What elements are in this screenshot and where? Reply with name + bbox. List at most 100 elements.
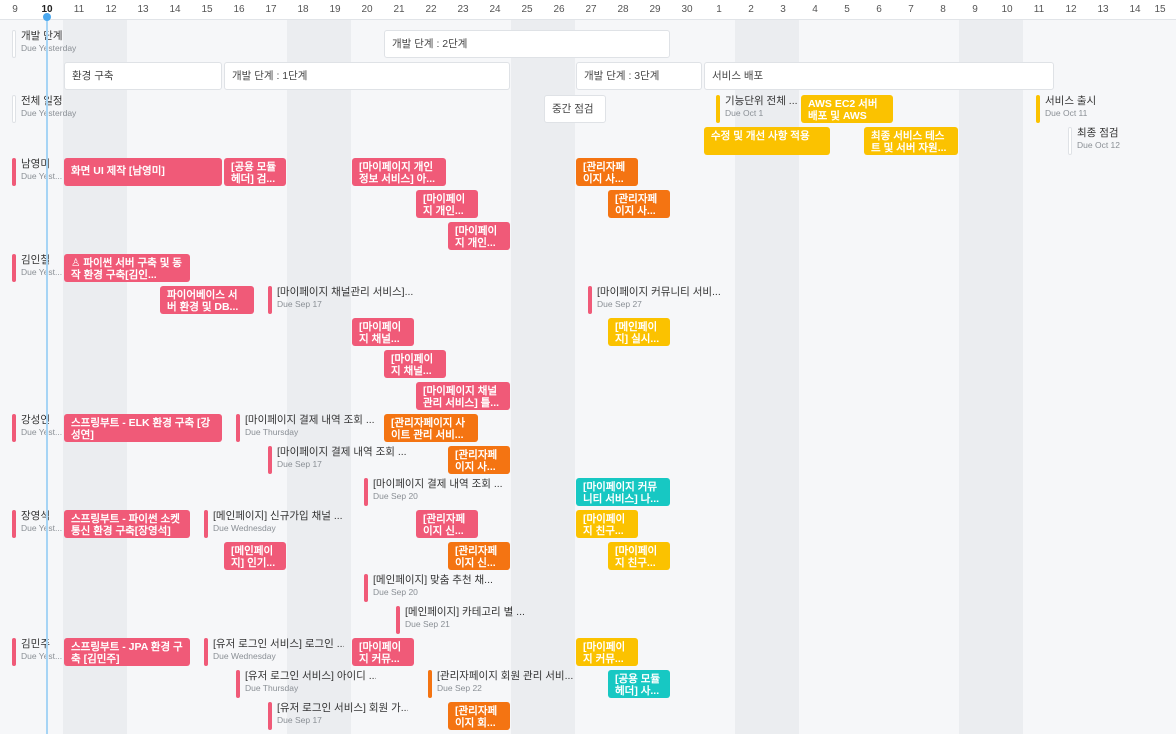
bar-label: [관리자페이지 신... xyxy=(423,513,466,537)
milestone-title: [유저 로그인 서비스] 회원 가... xyxy=(277,702,408,714)
milestone-user-id[interactable]: [유저 로그인 서비스] 아이디 ... Due Thursday xyxy=(236,670,376,698)
bar-phase1[interactable]: 개발 단계 : 1단계 xyxy=(224,62,510,90)
bar-service-deploy[interactable]: 서비스 배포 xyxy=(704,62,1054,90)
bar-label: 중간 점검 xyxy=(552,103,594,115)
bar-aws-ec2[interactable]: AWS EC2 서버 배포 및 AWS RDS... xyxy=(801,95,893,123)
bar-channel-1[interactable]: [마이페이지 채널... xyxy=(352,318,414,346)
milestone-due: Due Sep 20 xyxy=(373,587,418,597)
bar-friends-1[interactable]: [마이페이지 친구... xyxy=(576,510,638,538)
milestone-user-member[interactable]: [유저 로그인 서비스] 회원 가... Due Sep 17 xyxy=(268,702,408,730)
bar-community-1[interactable]: [마이페이지 커뮤... xyxy=(352,638,414,666)
date-label: 23 xyxy=(457,4,469,15)
milestone-full-schedule[interactable]: 전체 일정 Due Yesterday xyxy=(12,95,76,123)
bar-community-2[interactable]: [마이페이지 커뮤... xyxy=(576,638,638,666)
bar-admin-3[interactable]: [관리자페이지 사... xyxy=(448,446,510,474)
milestone-title: [메인페이지] 신규가입 채널 ... xyxy=(213,510,343,522)
milestone-dev-stage[interactable]: 개발 단계 Due Yesterday xyxy=(12,30,76,58)
bar-python-server[interactable]: ♙ 파이썬 서버 구축 및 동작 환경 구축[김인... xyxy=(64,254,190,282)
bar-mypage-privacy[interactable]: [마이페이지 개인정보 서비스] 아... xyxy=(352,158,446,186)
milestone-title: [마이페이지 채널관리 서비스]... xyxy=(277,286,414,298)
milestone-jang[interactable]: 장영석 Due Yest... xyxy=(12,510,62,538)
milestone-due: Due Oct 11 xyxy=(1045,108,1088,118)
milestone-signup-channel[interactable]: [메인페이지] 신규가입 채널 ... Due Wednesday xyxy=(204,510,344,538)
milestone-due: Due Sep 22 xyxy=(437,683,482,693)
bar-community-teal[interactable]: [마이페이지 커뮤니티 서비스] 나... xyxy=(576,478,670,506)
bar-channel-2[interactable]: [마이페이지 채널... xyxy=(384,350,446,378)
bar-mypage-personal-2[interactable]: [마이페이지 개인... xyxy=(448,222,510,250)
milestone-stripe xyxy=(268,286,272,314)
bar-label: [메인페이지] 인기... xyxy=(231,545,276,569)
bar-final-test[interactable]: 최종 서비스 테스트 및 서버 자원... xyxy=(864,127,958,155)
milestone-channel[interactable]: [마이페이지 채널관리 서비스]... Due Sep 17 xyxy=(268,286,418,314)
bar-label: 스프링부트 - 파이썬 소켓 통신 환경 구축[장영석] xyxy=(71,513,180,537)
milestone-user-login[interactable]: [유저 로그인 서비스] 로그인 ... Due Wednesday xyxy=(204,638,344,666)
milestone-community[interactable]: [마이페이지 커뮤니티 서비... Due Sep 27 xyxy=(588,286,728,314)
milestone-stripe xyxy=(12,30,16,58)
milestone-title: 강성연 xyxy=(21,414,50,426)
bar-common-header-2[interactable]: [공용 모듈 헤더] 사... xyxy=(608,670,670,698)
bar-phase3[interactable]: 개발 단계 : 3단계 xyxy=(576,62,702,90)
bar-fixes[interactable]: 수정 및 개선 사항 적용 xyxy=(704,127,830,155)
milestone-admin-member[interactable]: [관리자페이지 회원 관리 서비... Due Sep 22 xyxy=(428,670,573,698)
milestone-stripe xyxy=(12,414,16,442)
date-header: 9 10 11 12 13 14 15 16 17 18 19 20 21 22… xyxy=(0,0,1176,20)
milestone-feature-all[interactable]: 기능단위 전체 ... Due Oct 1 xyxy=(716,95,798,123)
bar-channel-3[interactable]: [마이페이지 채널 관리 서비스] 틀... xyxy=(416,382,510,410)
weekend-shade xyxy=(959,20,1023,734)
bar-admin-1[interactable]: [관리자페이지 사... xyxy=(576,158,638,186)
milestone-stripe xyxy=(588,286,592,314)
bar-label: 화면 UI 제작 [남영미] xyxy=(71,165,165,177)
bar-realtime[interactable]: [메인페이지] 실시... xyxy=(608,318,670,346)
bar-admin-5[interactable]: [관리자페이지 신... xyxy=(448,542,510,570)
date-label: 22 xyxy=(425,4,437,15)
milestone-stripe xyxy=(716,95,720,123)
bar-env-setup[interactable]: 환경 구축 xyxy=(64,62,222,90)
bar-spring-socket[interactable]: 스프링부트 - 파이썬 소켓 통신 환경 구축[장영석] xyxy=(64,510,190,538)
milestone-final-check[interactable]: 최종 점검 Due Oct 12 xyxy=(1068,127,1138,155)
milestone-title: 김민주 xyxy=(21,638,50,650)
milestone-stripe xyxy=(268,702,272,730)
bar-admin-4[interactable]: [관리자페이지 신... xyxy=(416,510,478,538)
milestone-kimminju[interactable]: 김민주 Due Yest... xyxy=(12,638,62,666)
timeline-view[interactable]: 9 10 11 12 13 14 15 16 17 18 19 20 21 22… xyxy=(0,0,1176,734)
milestone-nam[interactable]: 남영미 Due Yest... xyxy=(12,158,62,186)
milestone-title: [유저 로그인 서비스] 아이디 ... xyxy=(245,670,376,682)
bar-label: [메인페이지] 실시... xyxy=(615,321,660,345)
bar-friends-2[interactable]: [마이페이지 친구... xyxy=(608,542,670,570)
bar-label: [공용 모듈 헤더] 사... xyxy=(615,673,661,697)
bar-label: [관리자페이지 신... xyxy=(455,545,498,569)
milestone-recommend[interactable]: [메인페이지] 맞춤 추천 채... Due Sep 20 xyxy=(364,574,504,602)
bar-common-header[interactable]: [공용 모듈 헤더] 검... xyxy=(224,158,286,186)
bar-spring-jpa[interactable]: 스프링부트 - JPA 환경 구축 [김민주] xyxy=(64,638,190,666)
bar-firebase[interactable]: 파이어베이스 서버 환경 및 DB... xyxy=(160,286,254,314)
bar-label: [마이페이지 친구... xyxy=(583,513,626,537)
milestone-payment-3[interactable]: [마이페이지 결제 내역 조회 ... Due Sep 20 xyxy=(364,478,504,506)
bar-label: [마이페이지 채널... xyxy=(359,321,402,345)
bar-label: 환경 구축 xyxy=(72,70,114,82)
bar-phase2[interactable]: 개발 단계 : 2단계 xyxy=(384,30,670,58)
milestone-payment-1[interactable]: [마이페이지 결제 내역 조회 ... Due Thursday xyxy=(236,414,376,442)
milestone-title: 최종 점검 xyxy=(1077,127,1119,139)
bar-spring-elk[interactable]: 스프링부트 - ELK 환경 구축 [강성연] xyxy=(64,414,222,442)
milestone-due: Due Wednesday xyxy=(213,523,276,533)
milestone-service-launch[interactable]: 서비스 출시 Due Oct 11 xyxy=(1036,95,1106,123)
milestone-category[interactable]: [메인페이지] 카테고리 별 ... Due Sep 21 xyxy=(396,606,536,634)
milestone-payment-2[interactable]: [마이페이지 결제 내역 조회 ... Due Sep 17 xyxy=(268,446,408,474)
bar-main-popular[interactable]: [메인페이지] 인기... xyxy=(224,542,286,570)
milestone-kang[interactable]: 강성연 Due Yest... xyxy=(12,414,62,442)
date-label: 9 xyxy=(972,4,978,15)
milestone-stripe xyxy=(428,670,432,698)
bar-label: [관리자페이지 회... xyxy=(455,705,498,729)
milestone-kiminchul[interactable]: 김인철 Due Yest... xyxy=(12,254,62,282)
bar-admin-6[interactable]: [관리자페이지 회... xyxy=(448,702,510,730)
milestone-title: 김인철 xyxy=(21,254,50,266)
milestone-due: Due Yest... xyxy=(21,171,63,181)
bar-admin-site[interactable]: [관리자페이지 사이트 관리 서비... xyxy=(384,414,478,442)
bar-midpoint[interactable]: 중간 점검 xyxy=(544,95,606,123)
bar-admin-2[interactable]: [관리자페이지 사... xyxy=(608,190,670,218)
milestone-title: [유저 로그인 서비스] 로그인 ... xyxy=(213,638,344,650)
bar-mypage-personal-1[interactable]: [마이페이지 개인... xyxy=(416,190,478,218)
milestone-due: Due Oct 12 xyxy=(1077,140,1120,150)
bar-ui-design[interactable]: 화면 UI 제작 [남영미] xyxy=(64,158,222,186)
date-label: 5 xyxy=(844,4,850,15)
